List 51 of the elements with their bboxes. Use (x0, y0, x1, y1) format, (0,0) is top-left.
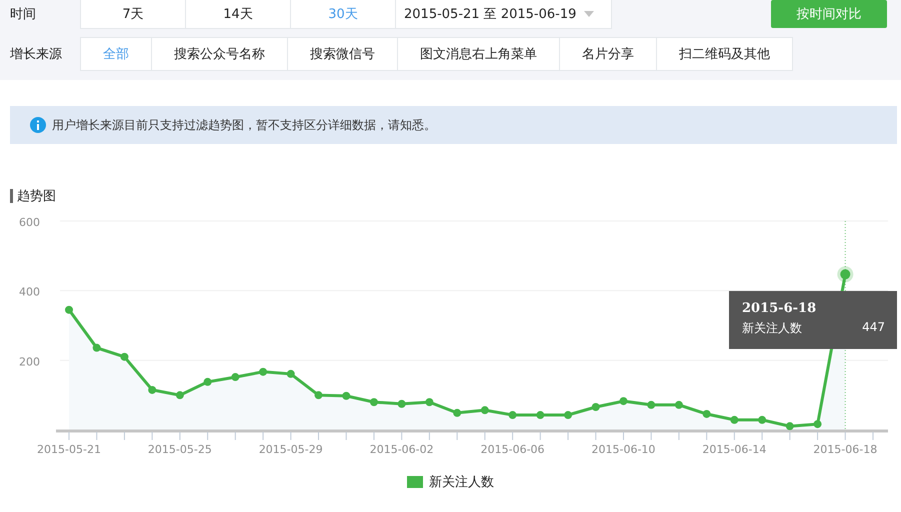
x-axis-label: 2015-05-21 (37, 443, 101, 456)
x-axis-label: 2015-05-29 (258, 443, 323, 456)
data-point (702, 410, 711, 418)
tooltip-value: 447 (862, 320, 885, 336)
legend-swatch (407, 476, 423, 488)
data-point (65, 306, 73, 314)
data-point (286, 370, 295, 378)
tooltip-date: 2015-6-18 (742, 301, 818, 316)
data-point (370, 398, 378, 406)
tooltip-series: 新关注人数 (742, 320, 802, 337)
x-axis-label: 2015-06-06 (480, 443, 545, 456)
data-point (730, 416, 738, 424)
highlighted-point (837, 266, 854, 282)
x-axis-label: 2015-05-25 (148, 443, 212, 456)
data-point (814, 420, 822, 428)
filter-label: 时间 (10, 6, 37, 23)
data-point (259, 368, 268, 376)
notice-text: 用户增长来源目前只支持过滤趋势图，暂不支持区分详细数据，请知悉。 (52, 116, 436, 134)
data-point (758, 416, 766, 424)
data-point (148, 386, 156, 394)
info-icon (30, 117, 46, 133)
data-point (508, 411, 517, 420)
data-point (204, 378, 212, 386)
y-axis-label: 400 (19, 286, 40, 299)
caret-icon (584, 11, 594, 17)
x-axis-label: 2015-06-10 (592, 443, 656, 456)
data-point (619, 397, 628, 406)
data-point (425, 398, 434, 406)
data-point (342, 392, 350, 400)
y-axis-label: 600 (19, 216, 40, 229)
data-point (480, 406, 489, 414)
chart-title: 趋势图 (17, 188, 56, 205)
data-point (536, 411, 544, 420)
data-point (398, 400, 406, 408)
data-point (674, 400, 683, 409)
data-point (176, 391, 184, 400)
data-point (453, 408, 462, 417)
data-point (564, 411, 572, 420)
filter-label: 增长来源 (10, 46, 63, 63)
x-axis-label: 2015-06-18 (813, 443, 878, 456)
data-point (314, 391, 323, 400)
data-point (231, 373, 240, 382)
data-point (120, 352, 128, 361)
legend-label: 新关注人数 (429, 474, 494, 491)
data-point (786, 422, 794, 430)
data-point (647, 400, 656, 409)
data-point (92, 344, 101, 352)
y-axis-label: 200 (19, 355, 40, 368)
x-axis-label: 2015-06-02 (370, 443, 434, 456)
data-point (592, 403, 600, 411)
x-axis-label: 2015-06-14 (702, 443, 766, 456)
